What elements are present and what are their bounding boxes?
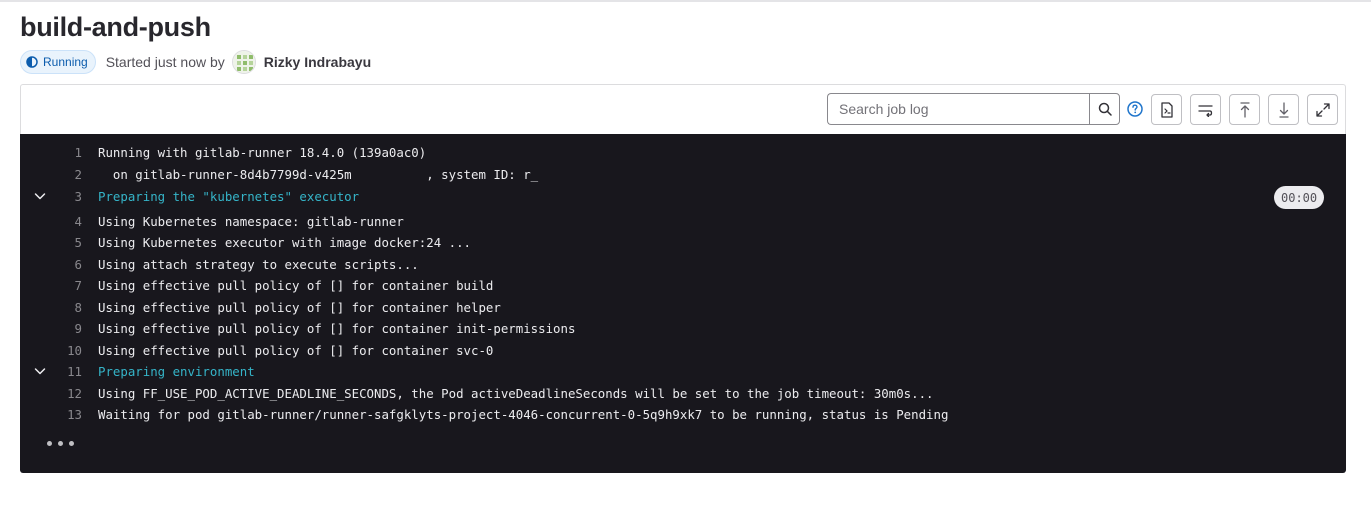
search-button[interactable] [1089, 93, 1120, 125]
log-line: 10 Using effective pull policy of [] for… [20, 340, 1346, 360]
log-text: Using Kubernetes executor with image doc… [98, 234, 471, 250]
raw-log-icon [1160, 101, 1173, 118]
fullscreen-icon [1315, 102, 1330, 117]
log-line: 7 Using effective pull policy of [] for … [20, 275, 1346, 295]
job-log-toolbar [20, 84, 1346, 134]
wrap-lines-button[interactable] [1190, 94, 1221, 125]
log-line: 1 Running with gitlab-runner 18.4.0 (139… [20, 142, 1346, 162]
chevron-down-icon[interactable] [32, 363, 48, 379]
job-meta: Running Started just now by Rizky Indrab… [20, 50, 371, 74]
loading-dots-icon [47, 441, 74, 446]
line-number[interactable]: 5 [50, 235, 82, 250]
section-title: Preparing the "kubernetes" executor [98, 188, 360, 204]
help-icon[interactable] [1127, 101, 1143, 117]
log-text: Using effective pull policy of [] for co… [98, 320, 576, 336]
log-line: 6 Using attach strategy to execute scrip… [20, 254, 1346, 274]
line-number[interactable]: 7 [50, 278, 82, 293]
job-log: 1 Running with gitlab-runner 18.4.0 (139… [20, 134, 1346, 473]
log-text: on gitlab-runner-8d4b7799d-v425m , syste… [98, 166, 539, 182]
log-text: Running with gitlab-runner 18.4.0 (139a0… [98, 144, 427, 160]
log-line: 5 Using Kubernetes executor with image d… [20, 232, 1346, 252]
search-field[interactable] [827, 93, 1090, 125]
search-input[interactable] [839, 101, 1090, 117]
line-number[interactable]: 13 [50, 407, 82, 422]
scroll-bottom-button[interactable] [1268, 94, 1299, 125]
log-line: 2 on gitlab-runner-8d4b7799d-v425m , sys… [20, 164, 1346, 184]
line-number[interactable]: 10 [50, 343, 82, 358]
running-status-icon [26, 56, 38, 68]
user-name-link[interactable]: Rizky Indrabayu [264, 54, 371, 70]
scroll-bottom-icon [1278, 101, 1289, 118]
log-line: 13 Waiting for pod gitlab-runner/runner-… [20, 404, 1346, 424]
line-number[interactable]: 3 [50, 189, 82, 204]
log-line: 9 Using effective pull policy of [] for … [20, 318, 1346, 338]
section-header-prepare-environment[interactable]: 11 Preparing environment [20, 361, 1346, 381]
log-text: Using effective pull policy of [] for co… [98, 342, 494, 358]
log-text: Using Kubernetes namespace: gitlab-runne… [98, 213, 404, 229]
job-title: build-and-push [20, 12, 211, 42]
fullscreen-button[interactable] [1307, 94, 1338, 125]
log-text: Using effective pull policy of [] for co… [98, 277, 494, 293]
section-duration-badge: 00:00 [1274, 186, 1325, 209]
section-title: Preparing environment [98, 363, 255, 379]
scroll-top-icon [1239, 101, 1250, 118]
log-text: Using attach strategy to execute scripts… [98, 256, 419, 272]
started-text: Started just now by [105, 54, 225, 70]
line-number[interactable]: 8 [50, 300, 82, 315]
section-header-prepare-executor[interactable]: 3 Preparing the "kubernetes" executor [20, 186, 1346, 206]
log-text: Waiting for pod gitlab-runner/runner-saf… [98, 406, 949, 422]
status-badge[interactable]: Running [20, 50, 96, 74]
identicon-icon [232, 51, 255, 73]
log-text: Using FF_USE_POD_ACTIVE_DEADLINE_SECONDS… [98, 385, 934, 401]
log-line: 12 Using FF_USE_POD_ACTIVE_DEADLINE_SECO… [20, 383, 1346, 403]
search-icon [1098, 102, 1112, 116]
wrap-lines-icon [1197, 104, 1213, 117]
line-number[interactable]: 12 [50, 386, 82, 401]
line-number[interactable]: 1 [50, 145, 82, 160]
chevron-down-icon[interactable] [32, 188, 48, 204]
log-text: Using effective pull policy of [] for co… [98, 299, 501, 315]
scroll-top-button[interactable] [1229, 94, 1260, 125]
page-top-border [0, 0, 1371, 2]
line-number[interactable]: 4 [50, 214, 82, 229]
log-line: 4 Using Kubernetes namespace: gitlab-run… [20, 211, 1346, 231]
line-number[interactable]: 9 [50, 321, 82, 336]
line-number[interactable]: 11 [50, 364, 82, 379]
raw-log-button[interactable] [1151, 94, 1182, 125]
line-number[interactable]: 2 [50, 167, 82, 182]
avatar[interactable] [231, 50, 256, 74]
status-label: Running [43, 55, 88, 69]
line-number[interactable]: 6 [50, 257, 82, 272]
log-line: 8 Using effective pull policy of [] for … [20, 297, 1346, 317]
